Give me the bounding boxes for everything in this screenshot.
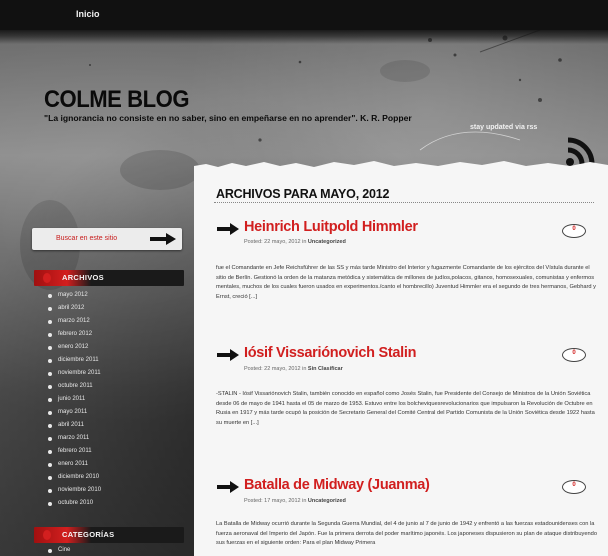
post-category[interactable]: Sin Clasificar [308,366,343,372]
comment-count: 0 [572,226,576,232]
archive-link[interactable]: enero 2011 [48,461,88,467]
post-title[interactable]: Heinrich Luitpold Himmler [244,219,418,235]
post-arrow-icon [217,349,239,361]
post-date: Posted: 22 mayo, 2012 in [244,239,308,245]
archive-link[interactable]: octubre 2011 [48,383,93,389]
nav-torn-edge [0,28,608,44]
archives-title: ARCHIVOS [62,273,104,282]
comment-count: 0 [572,350,576,356]
post-excerpt: fue el Comandante en Jefe Reichsführer d… [216,265,596,300]
archive-link[interactable]: octubre 2010 [47,500,93,506]
comment-count-bubble[interactable]: 0 [562,480,586,494]
post-category[interactable]: Uncategorized [308,239,346,245]
post-excerpt: La Batalla de Midway ocurrió durante la … [216,521,597,547]
category-link[interactable]: Cine [47,547,70,553]
categories-bullet-icon [43,530,51,540]
sidebar [30,160,190,556]
post-arrow-icon [217,481,239,493]
post-meta: Posted: 22 mayo, 2012 in Sin Clasificar [244,366,343,372]
archive-link[interactable]: marzo 2011 [47,435,89,441]
post-date: Posted: 22 mayo, 2012 in [244,366,308,372]
heading-divider [214,202,594,203]
site-tagline: "La ignorancia no consiste en no saber, … [44,113,412,123]
archive-link[interactable]: mayo 2011 [47,409,87,415]
categories-title: CATEGORÍAS [62,530,115,539]
archive-link[interactable]: febrero 2011 [48,448,92,454]
post-title[interactable]: Iósif Vissariónovich Stalin [244,345,416,361]
post-meta: Posted: 17 mayo, 2012 in Uncategorized [244,498,346,504]
archive-link[interactable]: febrero 2012 [47,331,92,337]
comment-count-bubble[interactable]: 0 [562,348,586,362]
comment-count-bubble[interactable]: 0 [562,224,586,238]
archive-link[interactable]: diciembre 2010 [47,474,99,480]
archive-link[interactable]: mayo 2012 [48,292,88,298]
comment-count: 0 [572,482,576,488]
stay-updated-link[interactable]: stay updated via rss [470,124,537,131]
archive-link[interactable]: enero 2012 [47,344,88,350]
search-arrow-icon[interactable] [148,232,178,246]
post-arrow-icon [217,223,239,235]
archive-link[interactable]: noviembre 2011 [48,370,101,376]
nav-item-inicio[interactable]: Inicio [76,9,100,19]
post-category[interactable]: Uncategorized [308,498,346,504]
archive-link[interactable]: diciembre 2011 [48,357,99,363]
archives-widget-header [34,270,184,286]
archives-bullet-icon [43,273,51,283]
post-title[interactable]: Batalla de Midway (Juanma) [244,477,430,493]
archive-heading: ARCHIVOS PARA MAYO, 2012 [216,187,390,201]
site-title[interactable]: COLME BLOG [44,86,190,114]
archive-link[interactable]: marzo 2012 [48,318,90,324]
search-label[interactable]: Buscar en este sitio [56,235,117,242]
archive-link[interactable]: abril 2012 [47,305,84,311]
post-meta: Posted: 22 mayo, 2012 in Uncategorized [244,239,346,245]
archive-link[interactable]: abril 2011 [48,422,84,428]
archive-link[interactable]: noviembre 2010 [47,487,101,493]
post-date: Posted: 17 mayo, 2012 in [244,498,308,504]
post-excerpt: -STALIN - Iósif Vissariónovich Stalin, t… [216,391,595,426]
archive-link[interactable]: junio 2011 [47,396,85,402]
